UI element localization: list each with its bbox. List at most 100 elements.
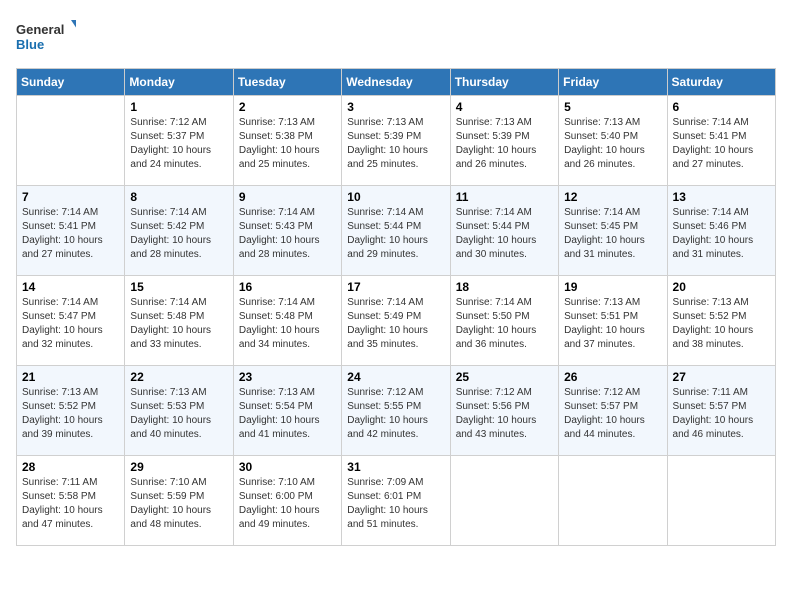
calendar-cell: 29Sunrise: 7:10 AMSunset: 5:59 PMDayligh… bbox=[125, 456, 233, 546]
day-number: 5 bbox=[564, 100, 661, 114]
calendar-cell: 19Sunrise: 7:13 AMSunset: 5:51 PMDayligh… bbox=[559, 276, 667, 366]
day-number: 4 bbox=[456, 100, 553, 114]
calendar-header: SundayMondayTuesdayWednesdayThursdayFrid… bbox=[17, 69, 776, 96]
header-day-friday: Friday bbox=[559, 69, 667, 96]
day-info: Sunrise: 7:14 AMSunset: 5:46 PMDaylight:… bbox=[673, 206, 770, 262]
day-number: 20 bbox=[673, 280, 770, 294]
header-day-tuesday: Tuesday bbox=[233, 69, 341, 96]
calendar-cell: 6 Sunrise: 7:14 AMSunset: 5:41 PMDaylight… bbox=[667, 96, 775, 186]
week-row-4: 21Sunrise: 7:13 AMSunset: 5:52 PMDayligh… bbox=[17, 366, 776, 456]
calendar-cell: 22Sunrise: 7:13 AMSunset: 5:53 PMDayligh… bbox=[125, 366, 233, 456]
day-number: 30 bbox=[239, 460, 336, 474]
calendar-cell bbox=[450, 456, 558, 546]
day-info: Sunrise: 7:14 AMSunset: 5:42 PMDaylight:… bbox=[130, 206, 227, 262]
calendar-cell: 1 Sunrise: 7:12 AMSunset: 5:37 PMDaylight… bbox=[125, 96, 233, 186]
week-row-5: 28 Sunrise: 7:11 AMSunset: 5:58 PMDayligh… bbox=[17, 456, 776, 546]
day-info: Sunrise: 7:14 AMSunset: 5:44 PMDaylight:… bbox=[456, 206, 553, 262]
day-number: 6 bbox=[673, 100, 770, 114]
day-info: Sunrise: 7:10 AMSunset: 6:00 PMDaylight:… bbox=[239, 476, 336, 532]
day-info: Sunrise: 7:10 AMSunset: 5:59 PMDaylight:… bbox=[130, 476, 227, 532]
calendar-cell: 10 Sunrise: 7:14 AMSunset: 5:44 PMDayligh… bbox=[342, 186, 450, 276]
week-row-3: 14Sunrise: 7:14 AMSunset: 5:47 PMDayligh… bbox=[17, 276, 776, 366]
day-info: Sunrise: 7:13 AMSunset: 5:54 PMDaylight:… bbox=[239, 386, 336, 442]
day-number: 16 bbox=[239, 280, 336, 294]
calendar-cell: 28 Sunrise: 7:11 AMSunset: 5:58 PMDayligh… bbox=[17, 456, 125, 546]
day-info: Sunrise: 7:12 AMSunset: 5:56 PMDaylight:… bbox=[456, 386, 553, 442]
day-info: Sunrise: 7:13 AMSunset: 5:38 PMDaylight:… bbox=[239, 116, 336, 172]
day-number: 11 bbox=[456, 190, 553, 204]
day-number: 3 bbox=[347, 100, 444, 114]
calendar-cell: 3 Sunrise: 7:13 AMSunset: 5:39 PMDaylight… bbox=[342, 96, 450, 186]
header-day-monday: Monday bbox=[125, 69, 233, 96]
header-day-wednesday: Wednesday bbox=[342, 69, 450, 96]
logo-svg: General Blue bbox=[16, 16, 76, 56]
calendar-cell: 21Sunrise: 7:13 AMSunset: 5:52 PMDayligh… bbox=[17, 366, 125, 456]
calendar-cell: 16Sunrise: 7:14 AMSunset: 5:48 PMDayligh… bbox=[233, 276, 341, 366]
day-info: Sunrise: 7:13 AMSunset: 5:39 PMDaylight:… bbox=[347, 116, 444, 172]
calendar-cell: 4 Sunrise: 7:13 AMSunset: 5:39 PMDaylight… bbox=[450, 96, 558, 186]
day-info: Sunrise: 7:14 AMSunset: 5:47 PMDaylight:… bbox=[22, 296, 119, 352]
calendar-cell: 20 Sunrise: 7:13 AMSunset: 5:52 PMDayligh… bbox=[667, 276, 775, 366]
day-info: Sunrise: 7:11 AMSunset: 5:57 PMDaylight:… bbox=[673, 386, 770, 442]
calendar-cell: 25Sunrise: 7:12 AMSunset: 5:56 PMDayligh… bbox=[450, 366, 558, 456]
day-info: Sunrise: 7:13 AMSunset: 5:52 PMDaylight:… bbox=[22, 386, 119, 442]
calendar-cell bbox=[667, 456, 775, 546]
calendar-cell: 17 Sunrise: 7:14 AMSunset: 5:49 PMDayligh… bbox=[342, 276, 450, 366]
day-number: 10 bbox=[347, 190, 444, 204]
day-info: Sunrise: 7:13 AMSunset: 5:39 PMDaylight:… bbox=[456, 116, 553, 172]
day-info: Sunrise: 7:13 AMSunset: 5:40 PMDaylight:… bbox=[564, 116, 661, 172]
day-number: 9 bbox=[239, 190, 336, 204]
header-row: SundayMondayTuesdayWednesdayThursdayFrid… bbox=[17, 69, 776, 96]
calendar-cell: 27 Sunrise: 7:11 AMSunset: 5:57 PMDayligh… bbox=[667, 366, 775, 456]
day-number: 31 bbox=[347, 460, 444, 474]
week-row-2: 7 Sunrise: 7:14 AMSunset: 5:41 PMDaylight… bbox=[17, 186, 776, 276]
calendar-cell: 15Sunrise: 7:14 AMSunset: 5:48 PMDayligh… bbox=[125, 276, 233, 366]
day-info: Sunrise: 7:13 AMSunset: 5:51 PMDaylight:… bbox=[564, 296, 661, 352]
day-number: 27 bbox=[673, 370, 770, 384]
calendar-cell: 13 Sunrise: 7:14 AMSunset: 5:46 PMDayligh… bbox=[667, 186, 775, 276]
svg-text:General: General bbox=[16, 22, 64, 37]
day-info: Sunrise: 7:14 AMSunset: 5:50 PMDaylight:… bbox=[456, 296, 553, 352]
header-day-saturday: Saturday bbox=[667, 69, 775, 96]
calendar-cell: 18 Sunrise: 7:14 AMSunset: 5:50 PMDayligh… bbox=[450, 276, 558, 366]
header-day-thursday: Thursday bbox=[450, 69, 558, 96]
day-info: Sunrise: 7:14 AMSunset: 5:49 PMDaylight:… bbox=[347, 296, 444, 352]
calendar-cell: 11 Sunrise: 7:14 AMSunset: 5:44 PMDayligh… bbox=[450, 186, 558, 276]
day-number: 2 bbox=[239, 100, 336, 114]
calendar-cell: 26Sunrise: 7:12 AMSunset: 5:57 PMDayligh… bbox=[559, 366, 667, 456]
day-number: 8 bbox=[130, 190, 227, 204]
day-number: 13 bbox=[673, 190, 770, 204]
day-info: Sunrise: 7:14 AMSunset: 5:45 PMDaylight:… bbox=[564, 206, 661, 262]
calendar-body: 1 Sunrise: 7:12 AMSunset: 5:37 PMDaylight… bbox=[17, 96, 776, 546]
day-info: Sunrise: 7:14 AMSunset: 5:41 PMDaylight:… bbox=[22, 206, 119, 262]
day-info: Sunrise: 7:12 AMSunset: 5:37 PMDaylight:… bbox=[130, 116, 227, 172]
calendar-cell: 8 Sunrise: 7:14 AMSunset: 5:42 PMDaylight… bbox=[125, 186, 233, 276]
day-number: 17 bbox=[347, 280, 444, 294]
day-number: 15 bbox=[130, 280, 227, 294]
day-number: 23 bbox=[239, 370, 336, 384]
calendar-cell: 5 Sunrise: 7:13 AMSunset: 5:40 PMDaylight… bbox=[559, 96, 667, 186]
day-info: Sunrise: 7:14 AMSunset: 5:41 PMDaylight:… bbox=[673, 116, 770, 172]
calendar-cell: 2 Sunrise: 7:13 AMSunset: 5:38 PMDaylight… bbox=[233, 96, 341, 186]
day-info: Sunrise: 7:14 AMSunset: 5:43 PMDaylight:… bbox=[239, 206, 336, 262]
day-info: Sunrise: 7:09 AMSunset: 6:01 PMDaylight:… bbox=[347, 476, 444, 532]
day-info: Sunrise: 7:11 AMSunset: 5:58 PMDaylight:… bbox=[22, 476, 119, 532]
calendar-table: SundayMondayTuesdayWednesdayThursdayFrid… bbox=[16, 68, 776, 546]
svg-text:Blue: Blue bbox=[16, 37, 44, 52]
calendar-cell bbox=[17, 96, 125, 186]
day-number: 12 bbox=[564, 190, 661, 204]
day-info: Sunrise: 7:12 AMSunset: 5:57 PMDaylight:… bbox=[564, 386, 661, 442]
calendar-cell: 24Sunrise: 7:12 AMSunset: 5:55 PMDayligh… bbox=[342, 366, 450, 456]
week-row-1: 1 Sunrise: 7:12 AMSunset: 5:37 PMDaylight… bbox=[17, 96, 776, 186]
page-header: General Blue bbox=[16, 16, 776, 56]
calendar-cell: 31 Sunrise: 7:09 AMSunset: 6:01 PMDayligh… bbox=[342, 456, 450, 546]
calendar-cell: 7 Sunrise: 7:14 AMSunset: 5:41 PMDaylight… bbox=[17, 186, 125, 276]
day-number: 18 bbox=[456, 280, 553, 294]
day-info: Sunrise: 7:13 AMSunset: 5:52 PMDaylight:… bbox=[673, 296, 770, 352]
day-number: 1 bbox=[130, 100, 227, 114]
day-number: 7 bbox=[22, 190, 119, 204]
day-number: 28 bbox=[22, 460, 119, 474]
calendar-cell: 12 Sunrise: 7:14 AMSunset: 5:45 PMDayligh… bbox=[559, 186, 667, 276]
day-info: Sunrise: 7:14 AMSunset: 5:44 PMDaylight:… bbox=[347, 206, 444, 262]
header-day-sunday: Sunday bbox=[17, 69, 125, 96]
